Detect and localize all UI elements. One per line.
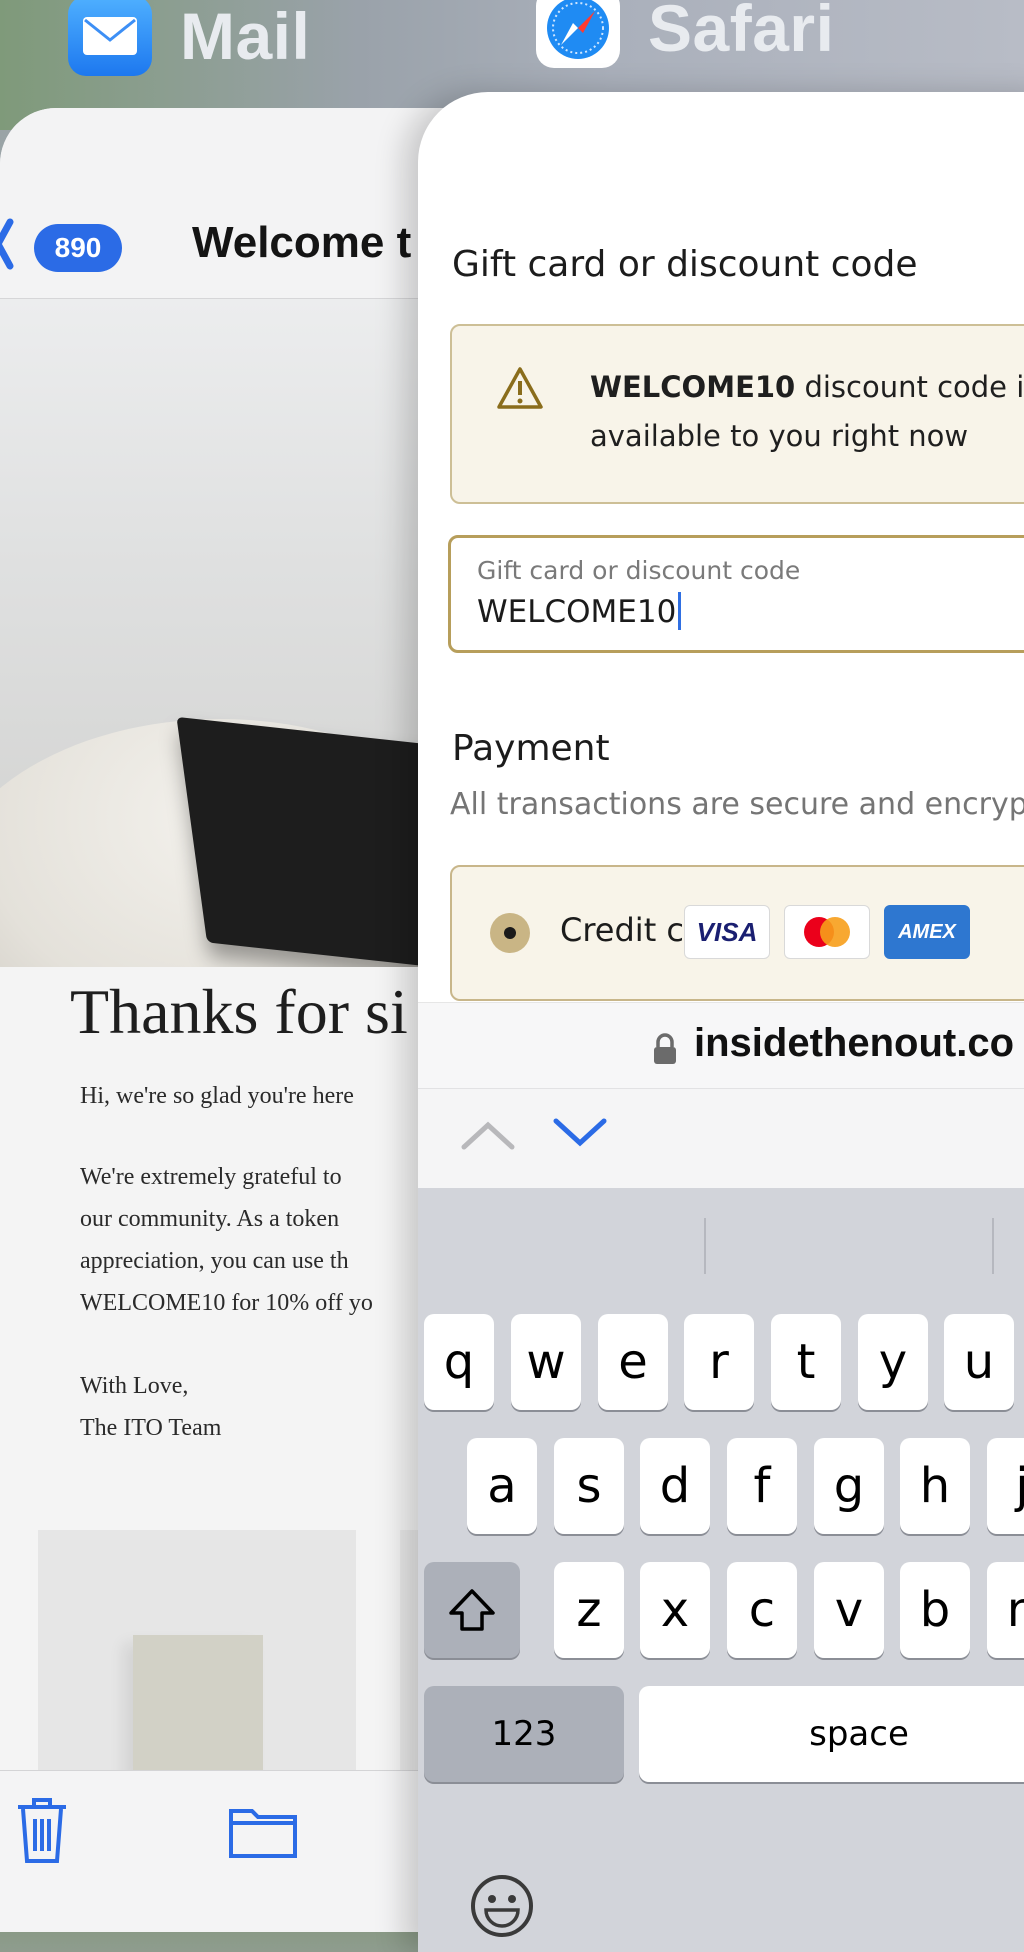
safari-app-name: Safari — [648, 0, 835, 65]
mail-app-name: Mail — [180, 0, 311, 73]
notice-code: WELCOME10 — [590, 370, 796, 404]
discount-section-title: Gift card or discount code — [452, 244, 918, 285]
trash-icon[interactable] — [14, 1795, 70, 1865]
mail-signoff: The ITO Team — [80, 1415, 222, 1441]
key-e[interactable]: e — [598, 1314, 668, 1410]
key-g[interactable]: g — [814, 1438, 884, 1534]
notice-line-1: WELCOME10 discount code is — [590, 370, 1024, 404]
mail-body-line: We're extremely grateful to — [80, 1164, 342, 1190]
url-text: insidethenout.co — [694, 1021, 1014, 1065]
compass-icon — [536, 0, 620, 68]
key-u[interactable]: u — [944, 1314, 1014, 1410]
space-key[interactable]: space — [639, 1686, 1024, 1782]
key-s[interactable]: s — [554, 1438, 624, 1534]
notice-text: discount code is — [795, 370, 1024, 404]
mail-signoff: With Love, — [80, 1373, 189, 1399]
key-x[interactable]: x — [640, 1562, 710, 1658]
shift-icon — [449, 1589, 495, 1631]
chevron-up-icon[interactable] — [460, 1119, 516, 1151]
key-z[interactable]: z — [554, 1562, 624, 1658]
amex-logo: AMEX — [884, 905, 970, 959]
mail-body-line: appreciation, you can use th — [80, 1248, 349, 1274]
mail-body-line: WELCOME10 for 10% off yo — [80, 1290, 373, 1316]
discount-code-input[interactable]: Gift card or discount code WELCOME10 — [448, 535, 1024, 653]
notice-line-2: available to you right now — [590, 419, 969, 453]
lock-icon — [654, 1033, 676, 1064]
visa-logo: VISA — [684, 905, 770, 959]
key-d[interactable]: d — [640, 1438, 710, 1534]
text-caret — [678, 591, 682, 630]
mail-subject: Welcome t — [192, 218, 412, 267]
journal-image — [133, 1635, 263, 1775]
discount-code-label: Gift card or discount code — [477, 556, 801, 585]
credit-card-radio[interactable] — [490, 913, 530, 953]
suggestion-divider — [704, 1218, 706, 1274]
emoji-icon[interactable] — [470, 1874, 534, 1938]
shift-key[interactable] — [424, 1562, 520, 1658]
key-n[interactable]: n — [987, 1562, 1024, 1658]
credit-card-option[interactable]: Credit card VISA AMEX — [450, 865, 1024, 1001]
suggestion-divider — [992, 1218, 994, 1274]
key-t[interactable]: t — [771, 1314, 841, 1410]
mail-app-label[interactable]: Mail — [68, 0, 310, 76]
key-h[interactable]: h — [900, 1438, 970, 1534]
key-j[interactable]: j — [987, 1438, 1024, 1534]
mail-headline: Thanks for si — [70, 976, 408, 1047]
mastercard-logo — [784, 905, 870, 959]
discount-code-value[interactable]: WELCOME10 — [477, 591, 682, 630]
discount-notice: WELCOME10 discount code is available to … — [450, 324, 1024, 504]
address-bar[interactable]: insidethenout.co — [418, 1002, 1024, 1089]
key-w[interactable]: w — [511, 1314, 581, 1410]
key-f[interactable]: f — [727, 1438, 797, 1534]
folder-icon[interactable] — [228, 1803, 298, 1859]
discount-code-text: WELCOME10 — [477, 594, 677, 630]
mail-body-line: our community. As a token — [80, 1206, 340, 1232]
envelope-icon — [68, 0, 152, 76]
safari-app-label[interactable]: Safari — [536, 0, 834, 68]
mail-body-line: Hi, we're so glad you're here — [80, 1083, 354, 1109]
key-r[interactable]: r — [684, 1314, 754, 1410]
payment-title: Payment — [452, 728, 610, 769]
key-c[interactable]: c — [727, 1562, 797, 1658]
key-q[interactable]: q — [424, 1314, 494, 1410]
key-b[interactable]: b — [900, 1562, 970, 1658]
key-v[interactable]: v — [814, 1562, 884, 1658]
key-y[interactable]: y — [858, 1314, 928, 1410]
unread-count-badge[interactable]: 890 — [34, 224, 122, 272]
safari-app-card[interactable]: Gift card or discount code WELCOME10 dis… — [418, 92, 1024, 1952]
warning-icon — [497, 367, 543, 409]
back-chevron-icon[interactable] — [0, 216, 14, 272]
key-a[interactable]: a — [467, 1438, 537, 1534]
numbers-key[interactable]: 123 — [424, 1686, 624, 1782]
chevron-down-icon[interactable] — [552, 1117, 608, 1149]
payment-secure-note: All transactions are secure and encryp — [450, 787, 1024, 822]
form-accessory-bar — [418, 1088, 1024, 1189]
